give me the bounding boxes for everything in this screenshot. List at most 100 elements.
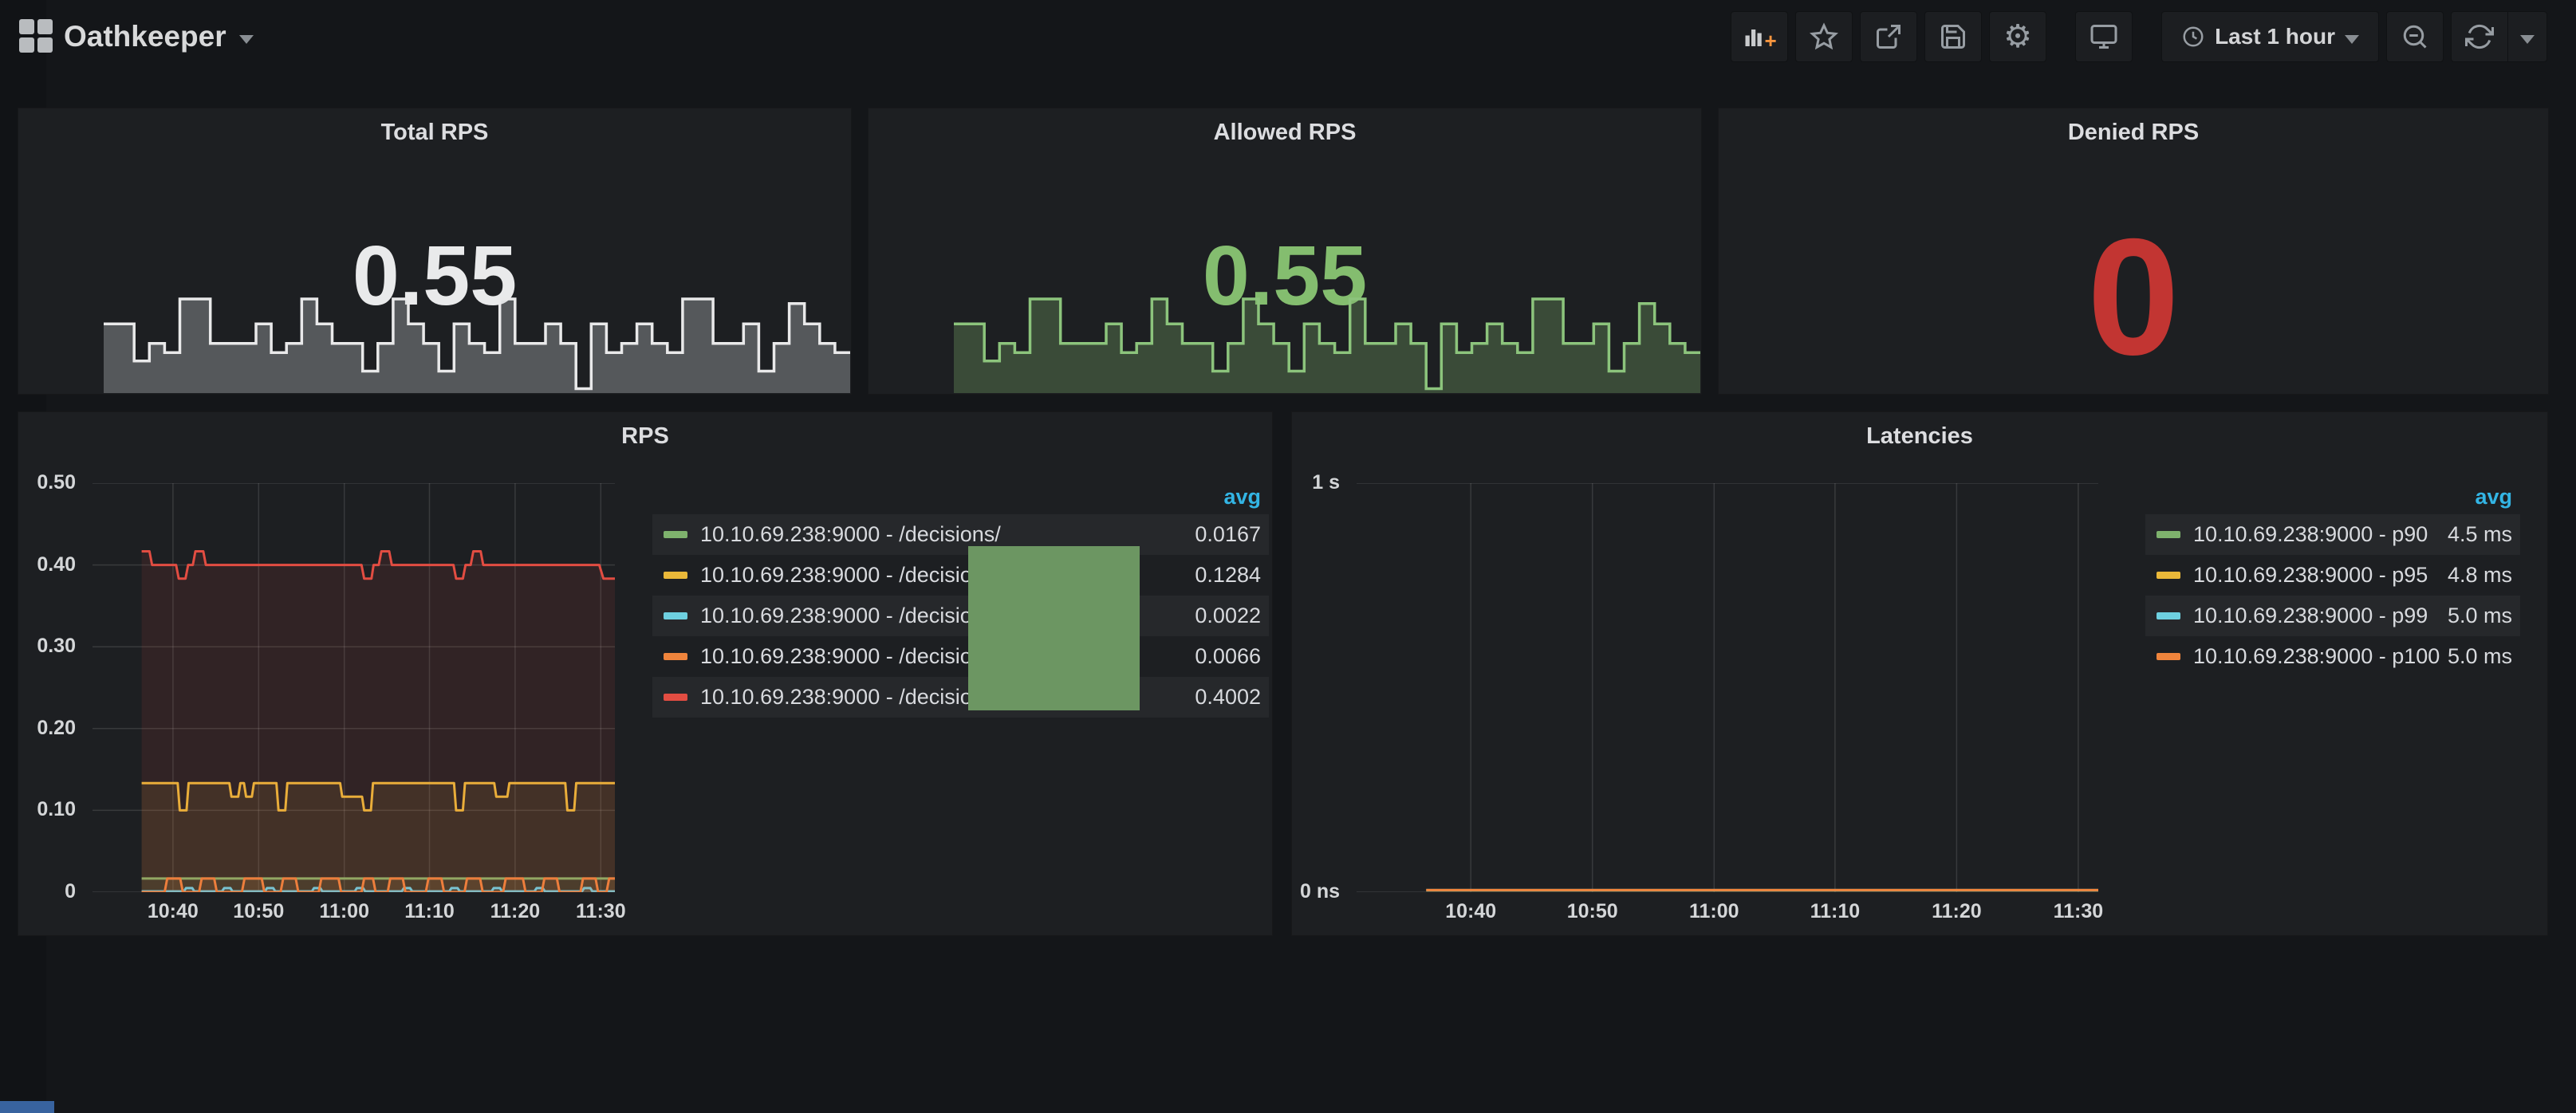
latencies-y-axis: 1 s0 ns: [1292, 483, 1351, 892]
latencies-x-axis: 10:4010:5011:0011:1011:2011:30: [1357, 900, 2098, 929]
panel-allowed-rps: Allowed RPS 0.55: [868, 108, 1702, 395]
page-title: Oathkeeper: [64, 20, 226, 53]
dashboard-title-dropdown[interactable]: Oathkeeper: [64, 0, 254, 73]
toolbar-spacer: [2140, 11, 2154, 62]
add-panel-button[interactable]: +: [1731, 11, 1788, 62]
legend-avg-value: 0.0167: [1195, 522, 1261, 547]
panel-title[interactable]: Total RPS: [18, 120, 851, 146]
refresh-interval-dropdown[interactable]: [2508, 11, 2547, 62]
legend-avg-value: 5.0 ms: [2448, 604, 2512, 628]
sparkline-svg: [954, 294, 1700, 393]
zoom-out-button[interactable]: [2386, 11, 2444, 62]
legend-swatch-icon: [664, 612, 687, 619]
legend-swatch-icon: [2157, 531, 2180, 538]
refresh-button[interactable]: [2451, 11, 2508, 62]
sparkline-svg: [104, 294, 850, 393]
legend-row[interactable]: 10.10.69.238:9000 - p995.0 ms: [2145, 596, 2520, 636]
legend-avg-header[interactable]: avg: [652, 479, 1269, 514]
grid-square: [37, 19, 53, 34]
save-button[interactable]: [1924, 11, 1982, 62]
panel-latencies: Latencies 1 s0 ns 10:4010:5011:0011:1011…: [1291, 411, 2548, 936]
legend-series-name: 10.10.69.238:9000 - /decisions/: [700, 522, 1195, 547]
y-tick-label: 0.10: [37, 798, 76, 821]
latencies-chart-plot[interactable]: [1357, 483, 2098, 892]
legend-swatch-icon: [2157, 653, 2180, 660]
legend-row[interactable]: 10.10.69.238:9000 - /decisions/0.0066: [652, 636, 1269, 677]
chevron-down-icon: [2345, 35, 2359, 44]
latencies-legend: avg10.10.69.238:9000 - p904.5 ms10.10.69…: [2145, 479, 2520, 677]
settings-button[interactable]: ⚙: [1989, 11, 2046, 62]
panel-title[interactable]: Allowed RPS: [869, 120, 1701, 146]
chevron-down-icon: [239, 35, 254, 44]
y-tick-label: 0.20: [37, 717, 76, 740]
legend-avg-value: 0.0022: [1195, 604, 1261, 628]
panel-rps: RPS 0.500.400.300.200.100 10:4010:5011:0…: [18, 411, 1273, 936]
legend-avg-value: 0.4002: [1195, 685, 1261, 710]
legend-row[interactable]: 10.10.69.238:9000 - p904.5 ms: [2145, 514, 2520, 555]
panel-title[interactable]: Latencies: [1292, 423, 2547, 450]
legend-swatch-icon: [2157, 612, 2180, 619]
legend-swatch-icon: [2157, 572, 2180, 579]
y-tick-label: 0.40: [37, 553, 76, 576]
refresh-icon: [2465, 22, 2494, 51]
x-tick-label: 11:10: [1787, 900, 1883, 923]
panel-denied-rps: Denied RPS 0: [1718, 108, 2549, 395]
x-tick-label: 11:20: [1908, 900, 2004, 923]
total-rps-sparkline: [104, 294, 850, 393]
legend-series-name: 10.10.69.238:9000 - p90: [2193, 522, 2448, 547]
navbar: Oathkeeper + ⚙: [0, 0, 2576, 73]
gear-icon: ⚙: [2003, 22, 2032, 51]
toolbar-spacer: [2054, 11, 2068, 62]
toolbar: + ⚙ Last 1 hour: [1731, 11, 2547, 62]
latencies-svg: [1357, 483, 2098, 892]
x-tick-label: 11:20: [467, 900, 563, 923]
legend-avg-header[interactable]: avg: [2145, 479, 2520, 514]
star-button[interactable]: [1795, 11, 1853, 62]
x-tick-label: 11:00: [297, 900, 392, 923]
time-range-picker[interactable]: Last 1 hour: [2161, 11, 2379, 62]
cycle-view-mode-button[interactable]: [2075, 11, 2133, 62]
panel-title[interactable]: Denied RPS: [1719, 120, 2548, 146]
legend-swatch-icon: [664, 694, 687, 701]
grafana-dashboard: Oathkeeper + ⚙: [0, 0, 2576, 1113]
allowed-rps-sparkline: [954, 294, 1700, 393]
monitor-icon: [2090, 22, 2118, 51]
rps-x-axis: 10:4010:5011:0011:1011:2011:30: [93, 900, 615, 929]
corner-strip-artifact: [0, 1101, 54, 1113]
chevron-down-icon: [2520, 35, 2535, 44]
rps-chart-plot[interactable]: [93, 483, 615, 892]
legend-avg-value: 5.0 ms: [2448, 644, 2512, 669]
grid-square: [37, 37, 53, 53]
legend-row[interactable]: 10.10.69.238:9000 - /decisions/0.4002: [652, 677, 1269, 718]
share-icon: [1874, 22, 1903, 51]
legend-swatch-icon: [664, 653, 687, 660]
share-button[interactable]: [1860, 11, 1917, 62]
y-tick-label: 1 s: [1312, 471, 1340, 494]
legend-series-name: 10.10.69.238:9000 - p100: [2193, 644, 2448, 669]
panel-title[interactable]: RPS: [18, 423, 1272, 450]
legend-avg-value: 0.0066: [1195, 644, 1261, 669]
legend-row[interactable]: 10.10.69.238:9000 - p1005.0 ms: [2145, 636, 2520, 677]
legend-series-name: 10.10.69.238:9000 - p95: [2193, 563, 2448, 588]
legend-row[interactable]: 10.10.69.238:9000 - /decisions/0.1284: [652, 555, 1269, 596]
legend-row[interactable]: 10.10.69.238:9000 - /decisions/0.0167: [652, 514, 1269, 555]
grid-square: [19, 37, 34, 53]
x-tick-label: 10:40: [125, 900, 221, 923]
legend-avg-value: 0.1284: [1195, 563, 1261, 588]
y-tick-label: 0.30: [37, 635, 76, 658]
rps-legend: avg10.10.69.238:9000 - /decisions/0.0167…: [652, 479, 1269, 718]
legend-overlay-artifact: [968, 546, 1140, 710]
legend-row[interactable]: 10.10.69.238:9000 - p954.8 ms: [2145, 555, 2520, 596]
legend-swatch-icon: [664, 572, 687, 579]
stat-value-denied-rps: 0: [1719, 203, 2548, 393]
legend-row[interactable]: 10.10.69.238:9000 - /decisions/0.0022: [652, 596, 1269, 636]
grid-square: [19, 19, 34, 34]
legend-avg-value: 4.5 ms: [2448, 522, 2512, 547]
y-tick-label: 0 ns: [1300, 880, 1340, 903]
x-tick-label: 11:10: [381, 900, 477, 923]
dashboard-grid-icon[interactable]: [19, 19, 53, 53]
save-icon: [1939, 22, 1967, 51]
x-tick-label: 10:50: [1545, 900, 1641, 923]
x-tick-label: 11:00: [1666, 900, 1762, 923]
star-icon: [1810, 22, 1838, 51]
